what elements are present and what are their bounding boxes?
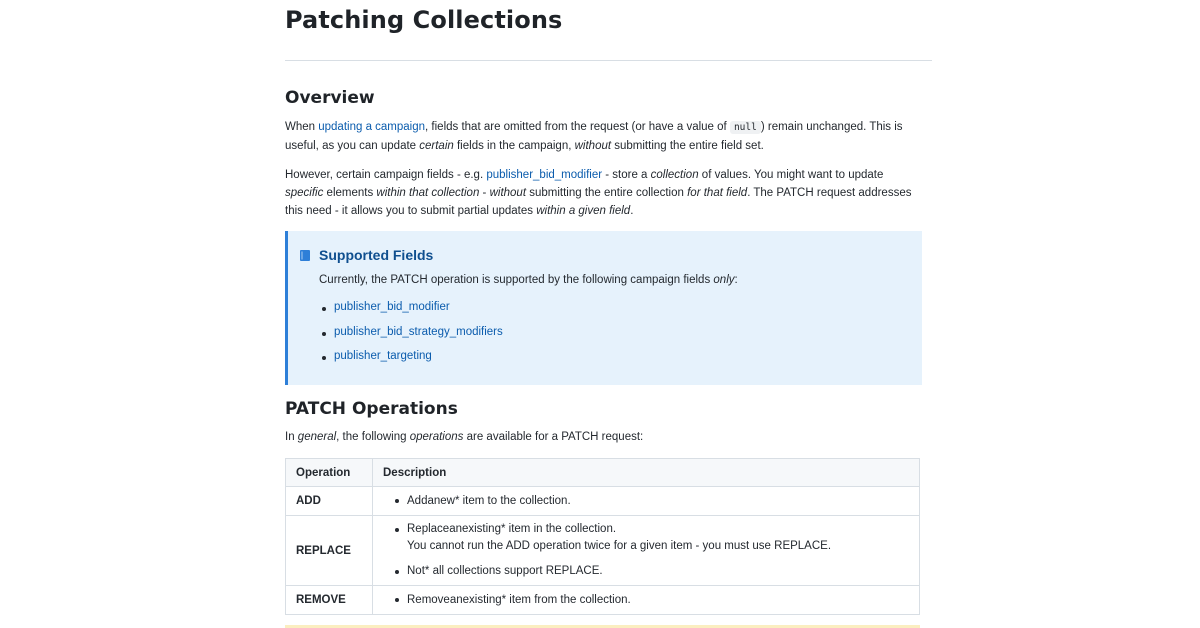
text: In [285,431,298,443]
text: are available for a PATCH request: [463,431,644,443]
text: - [479,187,490,199]
description-list: Addanew* item to the collection. [383,493,909,510]
list-item: Not* all collections support REPLACE. [383,563,909,580]
text: . [630,205,634,217]
book-icon [300,250,310,261]
operation-cell: ADD [285,486,373,516]
list-item: publisher_bid_strategy_modifiers [319,326,503,351]
operation-cell: REMOVE [285,585,373,615]
description-list: Replaceanexisting* item in the collectio… [383,521,909,580]
description-cell: Removeanexisting* item from the collecti… [372,585,920,615]
patch-operations-heading: PATCH Operations [285,399,458,419]
operations-table: Operation Description ADD Addanew* item … [285,458,920,615]
text: Currently, the PATCH operation is suppor… [319,274,714,286]
supported-fields-list: publisher_bid_modifier publisher_bid_str… [319,301,503,375]
publisher-bid-modifier-link[interactable]: publisher_bid_modifier [486,169,602,181]
table-row: ADD Addanew* item to the collection. [285,486,920,516]
list-item: publisher_bid_modifier [319,301,503,326]
list-item-subtext: You cannot run the ADD operation twice f… [407,540,832,552]
text: submitting the entire field set. [611,140,764,152]
operations-intro: In general, the following operations are… [285,428,920,446]
emphasis: for that field [687,187,748,199]
text: : [734,274,738,286]
field-link-publisher-targeting[interactable]: publisher_targeting [334,350,432,362]
overview-paragraph-2: However, certain campaign fields - e.g. … [285,166,920,220]
description-cell: Addanew* item to the collection. [372,486,920,516]
text: However, certain campaign fields - e.g. [285,169,487,181]
table-row: REMOVE Removeanexisting* item from the c… [285,585,920,615]
list-item: Removeanexisting* item from the collecti… [383,592,909,609]
emphasis: within that collection [376,187,480,199]
emphasis: within a given field [536,205,631,217]
text: , fields that are omitted from the reque… [425,121,730,133]
text: submitting the entire collection [526,187,688,199]
text: of values. You might want to update [698,169,884,181]
list-item-text: Replaceanexisting* item in the collectio… [407,523,617,535]
text: elements [323,187,377,199]
list-item: Addanew* item to the collection. [383,493,909,510]
text: , the following [336,431,410,443]
description-cell: Replaceanexisting* item in the collectio… [372,515,920,586]
callout-title: Supported Fields [319,247,434,263]
callout-text: Currently, the PATCH operation is suppor… [319,274,738,286]
overview-paragraph-1: When updating a campaign, fields that ar… [285,118,920,155]
page-title: Patching Collections [285,6,563,34]
emphasis: operations [409,431,464,443]
emphasis: certain [419,140,454,152]
emphasis: collection [650,169,699,181]
emphasis: without [574,140,612,152]
overview-heading: Overview [285,88,375,108]
field-link-publisher-bid-strategy-modifiers[interactable]: publisher_bid_strategy_modifiers [334,326,503,338]
operation-cell: REPLACE [285,515,373,586]
updating-campaign-link[interactable]: updating a campaign [318,121,425,133]
column-header-operation: Operation [285,458,373,487]
table-row: REPLACE Replaceanexisting* item in the c… [285,515,920,586]
text: fields in the campaign, [453,140,575,152]
null-code: null [729,121,761,134]
emphasis: general [297,431,337,443]
table-header-row: Operation Description [285,458,920,487]
list-item: publisher_targeting [319,350,503,375]
emphasis: without [489,187,527,199]
column-header-description: Description [372,458,920,487]
supported-fields-callout: Supported Fields Currently, the PATCH op… [285,231,922,385]
text: When [285,121,319,133]
title-divider [285,60,932,61]
emphasis: specific [285,187,324,199]
field-link-publisher-bid-modifier[interactable]: publisher_bid_modifier [334,301,450,313]
description-list: Removeanexisting* item from the collecti… [383,592,909,609]
text: - store a [602,169,651,181]
emphasis: only [713,274,735,286]
list-item: Replaceanexisting* item in the collectio… [383,521,909,555]
